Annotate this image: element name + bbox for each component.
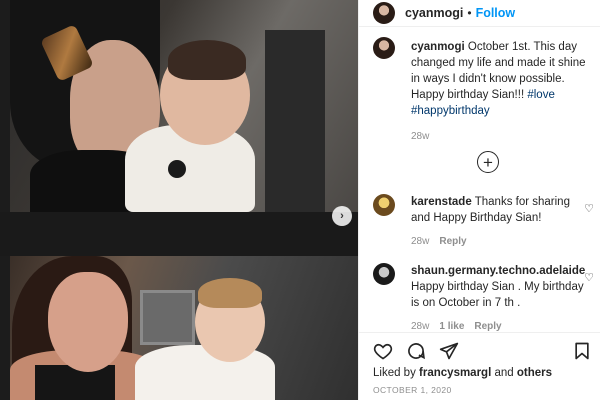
comment-item: karenstade Thanks for sharing and Happy … [359, 194, 600, 250]
caption-body: cyanmogi October 1st. This day changed m… [411, 39, 591, 212]
caption-username[interactable]: cyanmogi [411, 41, 465, 53]
post-caption: cyanmogi October 1st. This day changed m… [359, 27, 600, 212]
post-date[interactable]: OCTOBER 1, 2020 [359, 379, 600, 395]
comment-body: shaun.germany.techno.adelaide Happy birt… [411, 263, 591, 335]
liked-by-line: Liked by francysmargl and others [359, 361, 600, 379]
photo-baby-hair [168, 40, 246, 80]
comment-username[interactable]: shaun.germany.techno.adelaide [411, 265, 585, 277]
bookmark-icon[interactable] [572, 341, 592, 366]
comment-meta: 28w Reply [411, 234, 591, 250]
avatar[interactable] [373, 194, 395, 216]
post-photo-carousel[interactable]: › [0, 0, 358, 400]
post-actions: Liked by francysmargl and others OCTOBER… [359, 332, 600, 400]
reply-button[interactable]: Reply [439, 234, 466, 250]
comment-body: karenstade Thanks for sharing and Happy … [411, 194, 591, 250]
photo-baby-body [135, 345, 275, 400]
photo-wall-frame [140, 290, 195, 345]
caption-meta: 28w [411, 129, 591, 145]
heart-icon[interactable] [373, 341, 393, 361]
liked-by-and: and [494, 367, 514, 379]
liked-by-others[interactable]: others [517, 367, 552, 379]
plus-circle-icon[interactable]: + [477, 151, 499, 173]
photo-woman-top-bottom [35, 365, 115, 400]
comment-like-heart-icon[interactable]: ♡ [584, 271, 594, 284]
photo-baby-hair-bottom [198, 278, 262, 308]
photo-background-doorway [265, 30, 325, 212]
follow-button[interactable]: Follow [476, 6, 516, 20]
photo-divider-strip [0, 212, 358, 256]
avatar[interactable] [373, 2, 395, 24]
liked-by-prefix: Liked by [373, 367, 416, 379]
chevron-right-icon[interactable]: › [332, 206, 352, 226]
photo-woman-face-bottom [48, 272, 128, 372]
avatar[interactable] [373, 37, 395, 59]
caption-timestamp[interactable]: 28w [411, 129, 429, 145]
post-author-username[interactable]: cyanmogi [405, 6, 463, 20]
photo-shirt-decal [168, 160, 186, 178]
share-icon[interactable] [439, 341, 459, 361]
action-icon-row [359, 333, 600, 361]
comment-text: Happy birthday Sian . My birthday is on … [411, 281, 584, 309]
post-header: cyanmogi • Follow [359, 0, 600, 26]
header-separator: • [467, 6, 472, 20]
comment-like-heart-icon[interactable]: ♡ [584, 202, 594, 215]
liked-by-user[interactable]: francysmargl [419, 367, 491, 379]
comment-username[interactable]: karenstade [411, 196, 472, 208]
comment-icon[interactable] [406, 341, 426, 361]
comment-item: shaun.germany.techno.adelaide Happy birt… [359, 263, 600, 335]
avatar[interactable] [373, 263, 395, 285]
comment-timestamp[interactable]: 28w [411, 234, 429, 250]
post-sidebar: cyanmogi • Follow cyanmogi October 1st. … [358, 0, 600, 400]
